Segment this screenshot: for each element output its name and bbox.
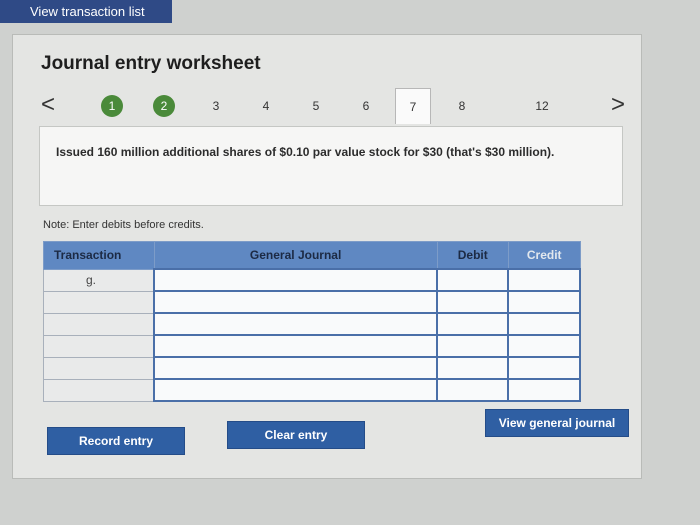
table-row [43, 378, 581, 402]
credit-input[interactable] [507, 268, 581, 292]
journal-table: Transaction General Journal Debit Credit… [43, 241, 581, 402]
step-1[interactable]: 1 [101, 95, 123, 117]
debit-input[interactable] [436, 312, 510, 336]
header-debit: Debit [436, 241, 509, 270]
credit-input[interactable] [507, 356, 581, 380]
step-3[interactable]: 3 [205, 95, 227, 117]
account-input[interactable] [153, 356, 439, 380]
transaction-cell [43, 378, 155, 402]
question-text: Issued 160 million additional shares of … [56, 145, 555, 159]
transaction-cell: g. [43, 268, 155, 292]
note-text: Note: Enter debits before credits. [43, 219, 204, 231]
step-2[interactable]: 2 [153, 95, 175, 117]
step-12[interactable]: 12 [531, 95, 553, 117]
step-8[interactable]: 8 [451, 95, 473, 117]
transaction-cell [43, 290, 155, 314]
account-input[interactable] [153, 334, 439, 358]
chevron-right-icon[interactable]: > [611, 90, 625, 120]
debit-input[interactable] [436, 378, 510, 402]
table-row: g. [43, 268, 581, 292]
credit-input[interactable] [507, 334, 581, 358]
step-5[interactable]: 5 [305, 95, 327, 117]
credit-input[interactable] [507, 378, 581, 402]
account-input[interactable] [153, 268, 439, 292]
account-input[interactable] [153, 290, 439, 314]
debit-input[interactable] [436, 356, 510, 380]
header-transaction: Transaction [43, 241, 155, 270]
chevron-left-icon[interactable]: < [41, 90, 55, 120]
step-navigation: < 1 2 3 4 5 6 7 8 12 > [33, 88, 633, 124]
clear-entry-button[interactable]: Clear entry [227, 421, 365, 449]
credit-input[interactable] [507, 312, 581, 336]
account-input[interactable] [153, 312, 439, 336]
table-row [43, 356, 581, 380]
debit-input[interactable] [436, 334, 510, 358]
view-general-journal-button[interactable]: View general journal [485, 409, 629, 437]
journal-entry-worksheet-panel: Journal entry worksheet < 1 2 3 4 5 6 7 … [12, 34, 642, 479]
step-4[interactable]: 4 [255, 95, 277, 117]
debit-input[interactable] [436, 268, 510, 292]
header-general-journal: General Journal [153, 241, 438, 270]
table-row [43, 334, 581, 358]
transaction-cell [43, 312, 155, 336]
transaction-cell [43, 356, 155, 380]
header-credit: Credit [507, 241, 581, 270]
account-input[interactable] [153, 378, 439, 402]
question-box: Issued 160 million additional shares of … [39, 126, 623, 206]
table-row [43, 290, 581, 314]
record-entry-button[interactable]: Record entry [47, 427, 185, 455]
step-7[interactable]: 7 [395, 88, 431, 124]
page-title: Journal entry worksheet [41, 53, 261, 74]
credit-input[interactable] [507, 290, 581, 314]
transaction-cell [43, 334, 155, 358]
step-6[interactable]: 6 [355, 95, 377, 117]
view-transaction-list-button[interactable]: View transaction list [0, 0, 172, 23]
table-row [43, 312, 581, 336]
debit-input[interactable] [436, 290, 510, 314]
